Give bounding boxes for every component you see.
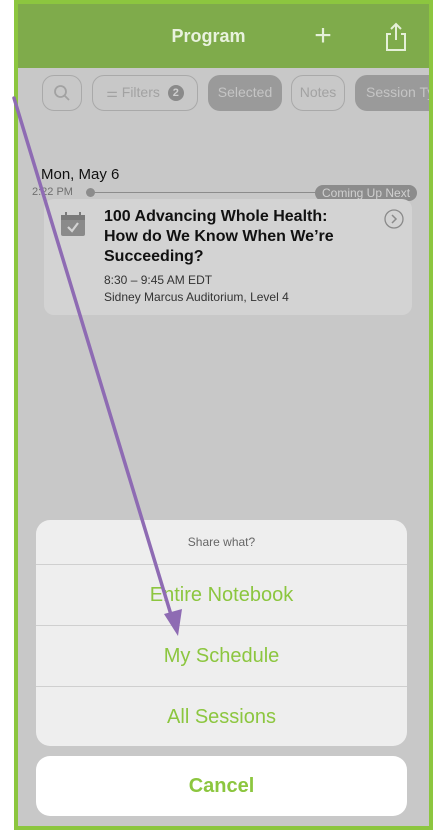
screenshot-frame: Program + ⚌ Filters 2 Selected Notes Ses… xyxy=(0,0,436,837)
filters-count-badge: 2 xyxy=(167,85,184,102)
page-title: Program xyxy=(171,26,246,46)
search-button[interactable] xyxy=(42,75,82,111)
cancel-button[interactable]: Cancel xyxy=(36,756,407,816)
notes-button[interactable]: Notes xyxy=(291,75,345,111)
selected-button[interactable]: Selected xyxy=(208,75,282,111)
share-my-schedule-option[interactable]: My Schedule xyxy=(36,626,407,687)
share-action-sheet: Share what? Entire Notebook My Schedule … xyxy=(36,520,407,746)
search-icon xyxy=(54,85,70,101)
navigation-bar: Program + xyxy=(18,4,429,68)
share-icon[interactable] xyxy=(383,22,409,52)
phone-screen: Program + ⚌ Filters 2 Selected Notes Ses… xyxy=(14,0,433,830)
plus-icon[interactable]: + xyxy=(308,18,338,54)
schedule-date: Mon, May 6 xyxy=(41,166,120,183)
share-all-sessions-option[interactable]: All Sessions xyxy=(36,687,407,746)
session-location: Sidney Marcus Auditorium, Level 4 xyxy=(104,290,289,304)
chevron-right-icon[interactable] xyxy=(384,209,404,229)
current-time: 2:22 PM xyxy=(32,186,73,198)
filter-bar: ⚌ Filters 2 Selected Notes Session Ty xyxy=(18,68,429,120)
filters-label: Filters xyxy=(121,84,160,100)
sliders-icon: ⚌ xyxy=(106,85,118,100)
filters-button[interactable]: ⚌ Filters 2 xyxy=(92,75,198,111)
share-sheet-title: Share what? xyxy=(36,520,407,565)
session-title: 100 Advancing Whole Health: How do We Kn… xyxy=(104,208,334,265)
session-time: 8:30 – 9:45 AM EDT xyxy=(104,273,213,287)
session-type-button[interactable]: Session Ty xyxy=(355,75,429,111)
session-card[interactable]: 100 Advancing Whole Health: How do We Kn… xyxy=(44,199,412,315)
calendar-check-icon xyxy=(61,212,85,236)
share-entire-notebook-option[interactable]: Entire Notebook xyxy=(36,565,407,626)
